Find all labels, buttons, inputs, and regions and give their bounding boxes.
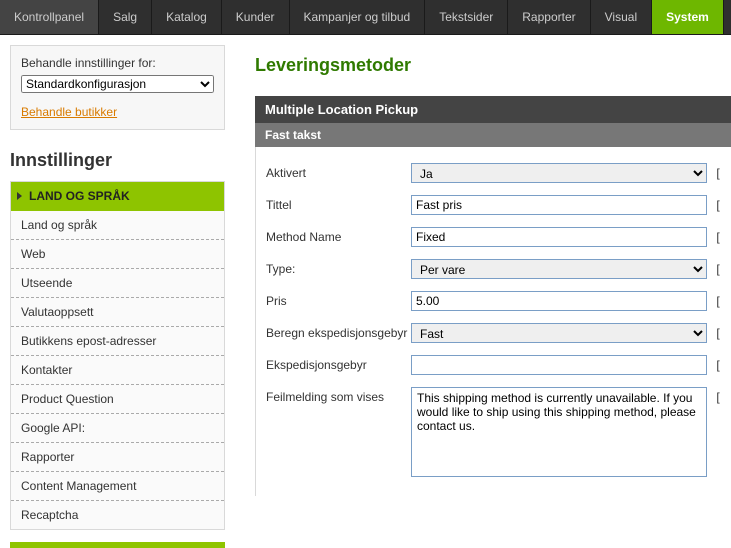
top-navigation: Kontrollpanel Salg Katalog Kunder Kampan… xyxy=(0,0,731,35)
scope-hint: [ xyxy=(715,291,721,308)
nav-katalog[interactable]: Katalog xyxy=(152,0,222,34)
label-feilmelding: Feilmelding som vises xyxy=(266,387,411,404)
scope-selector-box: Behandle innstillinger for: Standardkonf… xyxy=(10,45,225,130)
nav-system[interactable]: System xyxy=(652,0,724,34)
select-beregn[interactable]: Fast xyxy=(411,323,707,343)
input-method-name[interactable] xyxy=(411,227,707,247)
sidebar-item-web[interactable]: Web xyxy=(11,240,224,269)
section-subheader[interactable]: Fast takst xyxy=(255,123,731,147)
sidebar-item-land-og-sprak-header[interactable]: LAND OG SPRÅK xyxy=(11,182,224,211)
sidebar-item-product-question[interactable]: Product Question xyxy=(11,385,224,414)
select-aktivert[interactable]: Ja xyxy=(411,163,707,183)
label-gebyr: Ekspedisjonsgebyr xyxy=(266,355,411,372)
label-tittel: Tittel xyxy=(266,195,411,212)
label-pris: Pris xyxy=(266,291,411,308)
sidebar-item-cms[interactable]: Content Management xyxy=(11,472,224,501)
sidebar-item-rapporter[interactable]: Rapporter xyxy=(11,443,224,472)
nav-rapporter[interactable]: Rapporter xyxy=(508,0,590,34)
scope-hint: [ xyxy=(715,227,721,244)
sidebar-accent-bar xyxy=(10,542,225,548)
scope-hint: [ xyxy=(715,355,721,372)
textarea-feilmelding[interactable] xyxy=(411,387,707,477)
input-tittel[interactable] xyxy=(411,195,707,215)
input-gebyr[interactable] xyxy=(411,355,707,375)
scope-hint: [ xyxy=(715,323,721,340)
sidebar-item-recaptcha[interactable]: Recaptcha xyxy=(11,501,224,529)
select-type[interactable]: Per vare xyxy=(411,259,707,279)
scope-hint: [ xyxy=(715,387,721,404)
form-panel: Aktivert Ja [ Tittel [ Method Name [ Typ… xyxy=(255,147,731,496)
label-type: Type: xyxy=(266,259,411,276)
scope-hint: [ xyxy=(715,259,721,276)
sidebar-heading: Innstillinger xyxy=(10,150,225,171)
label-aktivert: Aktivert xyxy=(266,163,411,180)
sidebar-item-google-api[interactable]: Google API: xyxy=(11,414,224,443)
scope-hint: [ xyxy=(715,195,721,212)
scope-hint: [ xyxy=(715,163,721,180)
page-title: Leveringsmetoder xyxy=(255,55,731,76)
scope-label: Behandle innstillinger for: xyxy=(21,56,156,70)
input-pris[interactable] xyxy=(411,291,707,311)
label-method-name: Method Name xyxy=(266,227,411,244)
sidebar-item-epost[interactable]: Butikkens epost-adresser xyxy=(11,327,224,356)
sidebar: Behandle innstillinger for: Standardkonf… xyxy=(10,45,225,548)
nav-salg[interactable]: Salg xyxy=(99,0,152,34)
nav-tekstsider[interactable]: Tekstsider xyxy=(425,0,508,34)
nav-kunder[interactable]: Kunder xyxy=(222,0,290,34)
manage-stores-link[interactable]: Behandle butikker xyxy=(21,105,214,119)
sidebar-item-land-og-sprak[interactable]: Land og språk xyxy=(11,211,224,240)
section-header[interactable]: Multiple Location Pickup xyxy=(255,96,731,123)
sidebar-item-kontakter[interactable]: Kontakter xyxy=(11,356,224,385)
main-content: Leveringsmetoder Multiple Location Picku… xyxy=(255,45,731,548)
nav-kampanjer[interactable]: Kampanjer og tilbud xyxy=(290,0,426,34)
nav-kontrollpanel[interactable]: Kontrollpanel xyxy=(0,0,99,34)
scope-select[interactable]: Standardkonfigurasjon xyxy=(21,75,214,93)
sidebar-menu: LAND OG SPRÅK Land og språk Web Utseende… xyxy=(10,181,225,530)
nav-visual[interactable]: Visual xyxy=(591,0,652,34)
sidebar-item-valutaoppsett[interactable]: Valutaoppsett xyxy=(11,298,224,327)
label-beregn: Beregn ekspedisjonsgebyr xyxy=(266,323,411,340)
sidebar-item-utseende[interactable]: Utseende xyxy=(11,269,224,298)
